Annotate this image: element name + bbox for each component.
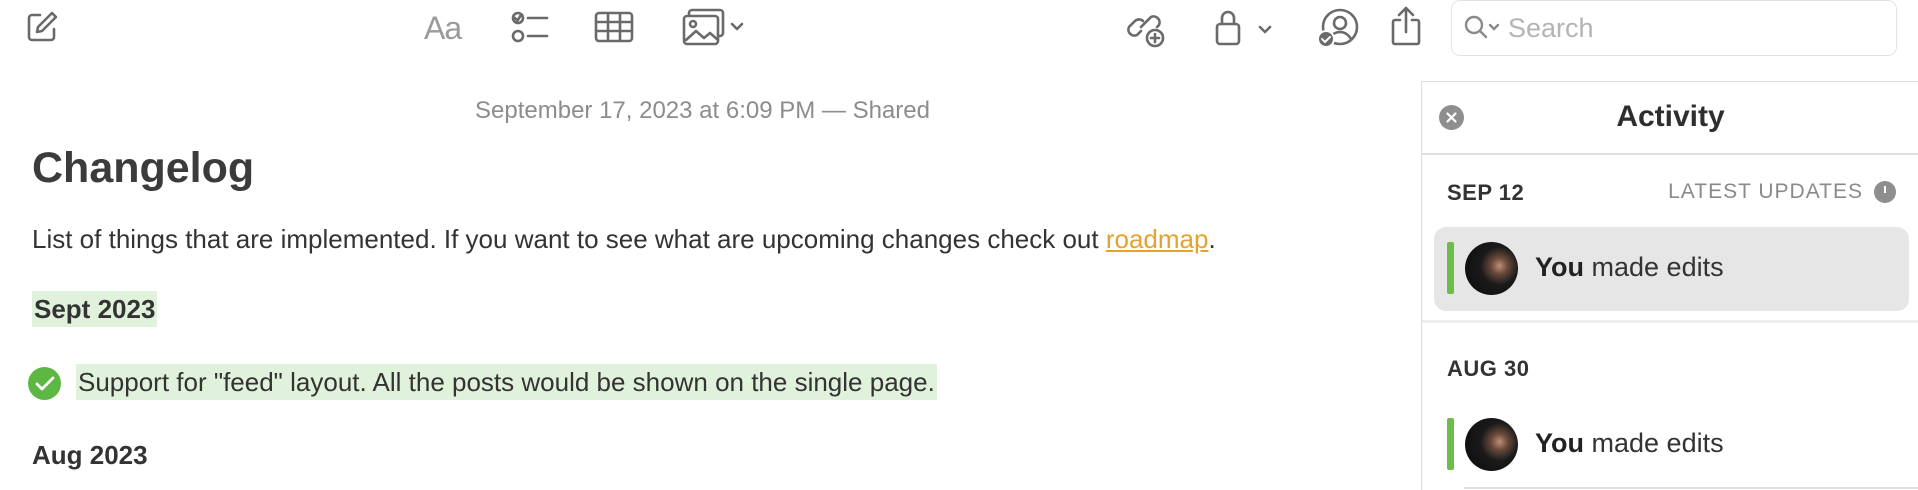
checked-checkbox[interactable] (28, 367, 61, 400)
section-heading-text: Sept 2023 (32, 291, 158, 327)
section-heading[interactable]: Sept 2023 (32, 291, 158, 327)
activity-item[interactable]: You made edits (1434, 403, 1909, 487)
note-intro[interactable]: List of things that are implemented. If … (32, 224, 1216, 255)
checklist-icon[interactable] (510, 10, 550, 46)
toolbar: Aa Search (0, 0, 1918, 62)
format-button[interactable]: Aa (424, 8, 462, 48)
activity-text: You made edits (1535, 252, 1724, 283)
media-icon[interactable] (682, 8, 744, 48)
activity-date-header: AUG 30 (1447, 356, 1530, 381)
new-note-icon[interactable] (24, 9, 60, 45)
activity-action: made edits (1591, 428, 1724, 458)
collaborate-link-icon[interactable] (1127, 7, 1167, 49)
clock-icon[interactable] (1874, 181, 1896, 203)
divider (1464, 487, 1918, 489)
activity-item[interactable]: You made edits (1434, 227, 1909, 311)
activity-text: You made edits (1535, 428, 1724, 459)
lock-icon[interactable] (1213, 8, 1273, 48)
table-icon[interactable] (593, 10, 635, 44)
panel-title: Activity (1616, 100, 1725, 133)
search-field[interactable]: Search (1451, 0, 1897, 56)
activity-date-header: SEP 12 (1447, 180, 1525, 205)
avatar (1465, 242, 1518, 295)
share-icon[interactable] (1389, 5, 1423, 47)
latest-updates-label[interactable]: LATEST UPDATES (1668, 180, 1863, 204)
search-icon (1462, 13, 1502, 43)
divider (1422, 320, 1918, 323)
task-text: Support for "feed" layout. All the posts… (76, 364, 937, 400)
search-input[interactable]: Search (1508, 13, 1594, 44)
intro-end: . (1208, 224, 1216, 254)
divider (1422, 153, 1918, 155)
note-date: September 17, 2023 at 6:09 PM — Shared (475, 97, 930, 124)
activity-actor: You (1535, 252, 1584, 282)
roadmap-link[interactable]: roadmap (1106, 224, 1209, 254)
section-heading[interactable]: Aug 2023 (32, 440, 148, 471)
note-title[interactable]: Changelog (32, 144, 254, 193)
task-item[interactable]: Support for "feed" layout. All the posts… (76, 364, 937, 400)
activity-panel: Activity SEP 12 LATEST UPDATES You made … (1421, 81, 1918, 490)
activity-color-bar (1447, 242, 1454, 294)
activity-action: made edits (1591, 252, 1724, 282)
activity-color-bar (1447, 418, 1454, 470)
activity-people-icon[interactable] (1316, 7, 1360, 49)
intro-text: List of things that are implemented. If … (32, 224, 1106, 254)
avatar (1465, 418, 1518, 471)
activity-actor: You (1535, 428, 1584, 458)
